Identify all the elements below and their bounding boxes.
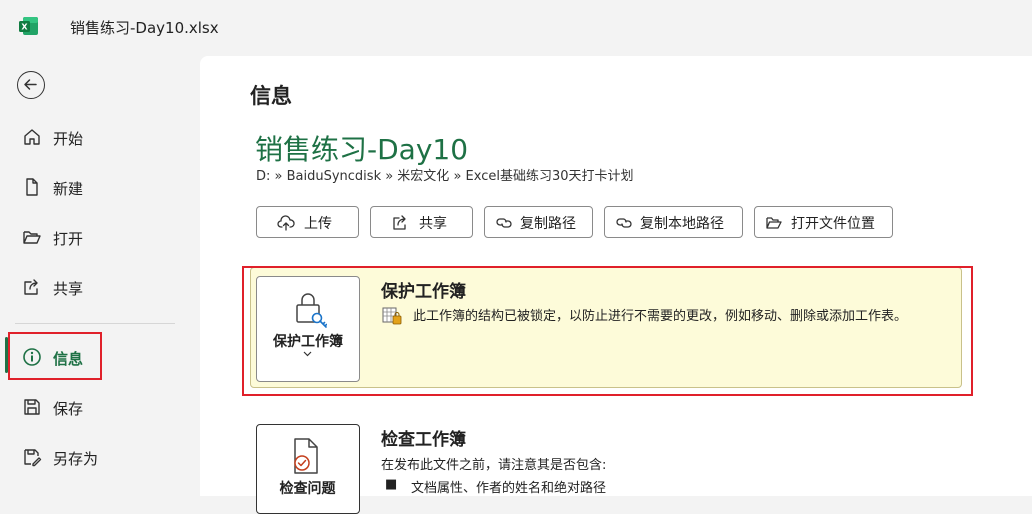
nav-item-open[interactable]: 打开 xyxy=(0,217,200,257)
nav-item-label: 保存 xyxy=(53,400,84,418)
back-button[interactable] xyxy=(17,71,45,99)
link-icon xyxy=(616,218,632,228)
excel-app-icon: X xyxy=(19,17,38,35)
bullet-icon: ■ xyxy=(385,477,398,492)
protect-workbook-button-label: 保护工作簿 xyxy=(273,334,343,350)
page-title: 信息 xyxy=(250,84,292,108)
copy-path-label: 复制路径 xyxy=(520,216,576,232)
check-for-issues-label: 检查问题 xyxy=(279,481,336,497)
info-pane: 信息 销售练习-Day10 D: » BaiduSyncdisk » 米宏文化 … xyxy=(200,56,1032,514)
back-arrow-icon xyxy=(24,79,37,90)
breadcrumb[interactable]: D: » BaiduSyncdisk » 米宏文化 » Excel基础练习30天… xyxy=(256,165,634,184)
folder-open-icon xyxy=(23,231,41,244)
nav-item-home[interactable]: 开始 xyxy=(0,117,200,157)
nav-item-label: 开始 xyxy=(53,130,84,148)
title-bar: X 销售练习-Day10.xlsx xyxy=(0,0,1032,56)
share-label: 共享 xyxy=(419,216,447,232)
document-check-icon xyxy=(294,438,318,474)
protect-workbook-heading: 保护工作簿 xyxy=(381,282,466,302)
inspect-bullet-item: 文档属性、作者的姓名和绝对路径 xyxy=(411,481,607,496)
new-document-icon xyxy=(26,178,38,196)
save-icon xyxy=(24,399,40,415)
share-icon xyxy=(393,215,406,230)
nav-item-label: 新建 xyxy=(53,180,84,198)
info-highlight-box xyxy=(8,332,102,380)
nav-item-save[interactable]: 保存 xyxy=(0,387,200,427)
home-icon xyxy=(24,129,40,145)
share-icon xyxy=(24,279,38,295)
folder-open-icon xyxy=(766,217,782,229)
protect-workbook-button[interactable]: 保护工作簿 xyxy=(256,276,360,382)
upload-label: 上传 xyxy=(304,216,332,232)
chevron-down-icon xyxy=(303,351,312,357)
inspect-workbook-description: 在发布此文件之前，请注意其是否包含: xyxy=(381,458,607,473)
nav-item-label: 共享 xyxy=(53,280,84,298)
document-title: 销售练习-Day10 xyxy=(255,133,469,166)
lock-key-icon xyxy=(296,293,327,328)
open-file-location-label: 打开文件位置 xyxy=(791,216,875,232)
copy-path-button[interactable]: 复制路径 xyxy=(484,206,593,238)
nav-item-save-as[interactable]: 另存为 xyxy=(0,437,200,477)
nav-item-share[interactable]: 共享 xyxy=(0,267,200,307)
locked-sheet-icon xyxy=(382,307,402,325)
nav-item-new[interactable]: 新建 xyxy=(0,167,200,207)
cloud-upload-icon xyxy=(277,215,295,231)
backstage-sidebar: 开始 新建 打开 共享 信息 保存 另存为 xyxy=(0,56,200,496)
link-icon xyxy=(496,218,512,228)
share-button[interactable]: 共享 xyxy=(370,206,473,238)
window-title: 销售练习-Day10.xlsx xyxy=(70,19,219,37)
check-for-issues-button[interactable]: 检查问题 xyxy=(256,424,360,514)
copy-local-path-label: 复制本地路径 xyxy=(640,216,724,232)
save-as-icon xyxy=(24,449,42,467)
nav-item-label: 打开 xyxy=(53,230,84,248)
nav-item-label: 另存为 xyxy=(53,450,99,468)
upload-button[interactable]: 上传 xyxy=(256,206,359,238)
svg-text:X: X xyxy=(21,23,28,32)
copy-local-path-button[interactable]: 复制本地路径 xyxy=(604,206,743,238)
inspect-workbook-heading: 检查工作簿 xyxy=(381,430,466,450)
open-file-location-button[interactable]: 打开文件位置 xyxy=(754,206,893,238)
protect-workbook-description: 此工作簿的结构已被锁定，以防止进行不需要的更改，例如移动、删除或添加工作表。 xyxy=(413,309,908,324)
nav-divider xyxy=(15,323,175,324)
